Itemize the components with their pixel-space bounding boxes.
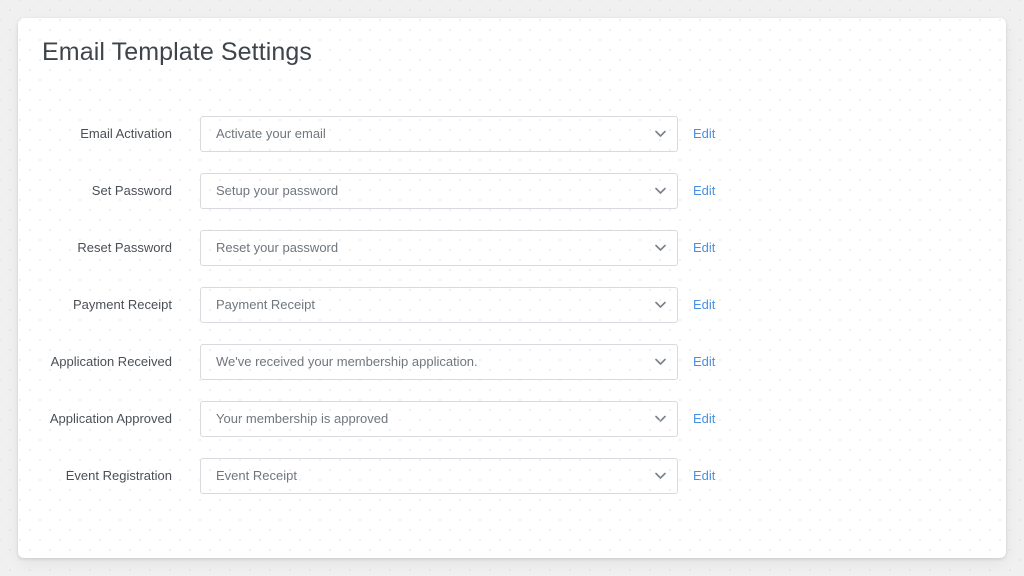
label-application-received: Application Received [50, 354, 172, 369]
select-value-email-activation: Activate your email [216, 126, 326, 141]
label-event-registration: Event Registration [65, 468, 172, 483]
select-value-application-approved: Your membership is approved [216, 411, 389, 426]
email-template-form: Email Activation Activate your email Edit S… [18, 116, 1006, 515]
select-wrap-reset-password: Reset your password [200, 230, 678, 266]
edit-link-set-password[interactable]: Edit [693, 173, 715, 209]
label-payment-receipt: Payment Receipt [73, 297, 172, 312]
select-payment-receipt[interactable]: Payment Receipt [200, 287, 678, 323]
select-value-event-registration: Event Receipt [216, 468, 297, 483]
chevron-down-icon [655, 472, 666, 480]
page-title: Email Template Settings [42, 38, 313, 66]
label-email-activation: Email Activation [80, 126, 172, 141]
edit-link-application-received[interactable]: Edit [693, 344, 715, 380]
select-value-application-received: We've received your membership applicati… [216, 354, 478, 369]
select-value-payment-receipt: Payment Receipt [216, 297, 315, 312]
form-row-event-registration: Event Registration Event Receipt Edit [18, 458, 1006, 515]
chevron-down-icon [655, 358, 666, 366]
select-wrap-event-registration: Event Receipt [200, 458, 678, 494]
form-row-application-received: Application Received We've received your … [18, 344, 1006, 401]
form-row-reset-password: Reset Password Reset your password Edit [18, 230, 1006, 287]
form-row-payment-receipt: Payment Receipt Payment Receipt Edit [18, 287, 1006, 344]
chevron-down-icon [655, 244, 666, 252]
edit-link-event-registration[interactable]: Edit [693, 458, 715, 494]
label-application-approved: Application Approved [49, 411, 172, 426]
select-wrap-application-received: We've received your membership applicati… [200, 344, 678, 380]
select-wrap-application-approved: Your membership is approved [200, 401, 678, 437]
select-email-activation[interactable]: Activate your email [200, 116, 678, 152]
select-wrap-payment-receipt: Payment Receipt [200, 287, 678, 323]
select-reset-password[interactable]: Reset your password [200, 230, 678, 266]
select-wrap-email-activation: Activate your email [200, 116, 678, 152]
label-reset-password: Reset Password [77, 240, 172, 255]
edit-link-reset-password[interactable]: Edit [693, 230, 715, 266]
select-application-received[interactable]: We've received your membership applicati… [200, 344, 678, 380]
chevron-down-icon [655, 130, 666, 138]
chevron-down-icon [655, 415, 666, 423]
settings-card: Email Template Settings Email Activation… [18, 18, 1006, 558]
select-event-registration[interactable]: Event Receipt [200, 458, 678, 494]
edit-link-application-approved[interactable]: Edit [693, 401, 715, 437]
chevron-down-icon [655, 301, 666, 309]
label-set-password: Set Password [91, 183, 172, 198]
select-wrap-set-password: Setup your password [200, 173, 678, 209]
select-value-reset-password: Reset your password [216, 240, 339, 255]
form-row-application-approved: Application Approved Your membership is a… [18, 401, 1006, 458]
form-row-email-activation: Email Activation Activate your email Edit [18, 116, 1006, 173]
select-value-set-password: Setup your password [216, 183, 339, 198]
select-set-password[interactable]: Setup your password [200, 173, 678, 209]
edit-link-payment-receipt[interactable]: Edit [693, 287, 715, 323]
chevron-down-icon [655, 187, 666, 195]
edit-link-email-activation[interactable]: Edit [693, 116, 715, 152]
form-row-set-password: Set Password Setup your password Edit [18, 173, 1006, 230]
select-application-approved[interactable]: Your membership is approved [200, 401, 678, 437]
